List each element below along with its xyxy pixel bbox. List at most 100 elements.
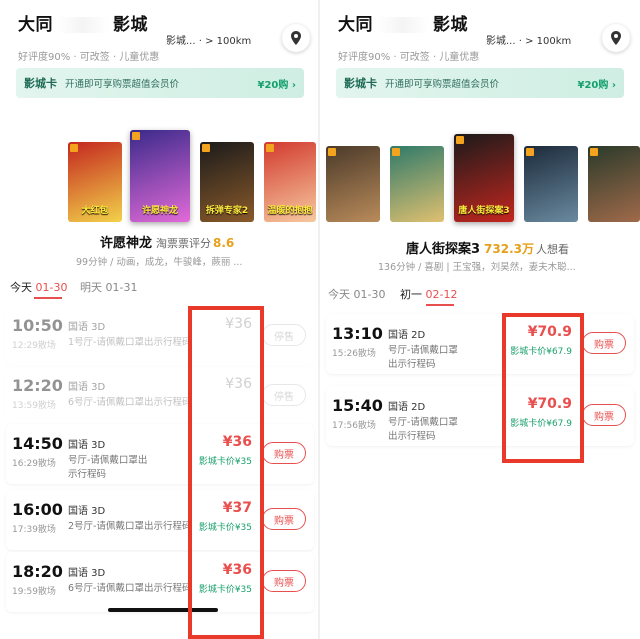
poster-badge-icon — [456, 136, 464, 144]
show-language: 国语 3D — [68, 322, 106, 333]
movie-poster[interactable] — [588, 146, 640, 222]
show-language: 国语 3D — [68, 568, 106, 579]
buy-ticket-button[interactable]: 购票 — [582, 332, 626, 354]
poster-carousel[interactable]: 大红包 许愿神龙 拆弹专家2 温暖的抱抱 — [0, 130, 320, 226]
vip-cta[interactable]: ¥20购 › — [578, 76, 616, 91]
movie-poster[interactable] — [390, 146, 444, 222]
movie-title: 许愿神龙 — [100, 236, 153, 251]
poster-badge-icon — [70, 144, 78, 152]
tab-date: 02-12 — [425, 288, 458, 301]
show-time: 16:00 — [12, 500, 63, 519]
cinema-address[interactable]: 影城... · > 100km — [486, 32, 571, 47]
vip-cta[interactable]: ¥20购 › — [258, 76, 296, 91]
poster-badge-icon — [590, 148, 598, 156]
buy-ticket-button[interactable]: 购票 — [262, 508, 306, 530]
show-hall-line2: 出示行程码 — [388, 359, 436, 370]
vip-card-banner[interactable]: 影城卡 开通即可享购票超值会员价 ¥20购 › — [336, 68, 624, 98]
poster-title: 唐人街探案3 — [458, 206, 510, 216]
tab-label: 初一 — [400, 288, 422, 301]
vip-card-banner[interactable]: 影城卡 开通即可享购票超值会员价 ¥20购 › — [16, 68, 304, 98]
cinema-name-prefix: 大同 — [18, 15, 53, 35]
redacted-area — [377, 17, 429, 33]
cinema-name-suffix: 影城 — [113, 15, 148, 35]
show-hall-line2: 出示行程码 — [388, 431, 436, 442]
show-end-time: 17:56散场 — [332, 421, 376, 431]
movie-title: 唐人街探案3 — [406, 242, 481, 257]
show-hall: 号厅-请佩戴口罩 — [388, 417, 458, 428]
location-button[interactable] — [602, 24, 630, 52]
show-time: 13:10 — [332, 324, 383, 343]
tab-today[interactable]: 今天 01-30 — [328, 286, 385, 302]
show-hall: 1号厅-请佩戴口罩出示行程码 — [68, 337, 192, 348]
showtime-row[interactable]: 15:40 17:56散场 国语 2D 号厅-请佩戴口罩 出示行程码 ¥70.9 影城卡价¥… — [326, 386, 634, 446]
showtime-row[interactable]: 16:00 17:39散场 国语 3D 2号厅-请佩戴口罩出示行程码 ¥37 影城卡价¥3… — [6, 490, 314, 550]
cinema-name: 大同 影城 — [18, 10, 148, 35]
show-time: 15:40 — [332, 396, 383, 415]
show-end-time: 19:59散场 — [12, 587, 56, 597]
show-hall: 号厅-请佩戴口罩出 — [68, 455, 148, 466]
movie-poster[interactable]: 唐人街探案3 — [454, 134, 514, 222]
location-pin-icon — [291, 31, 301, 45]
show-end-time: 17:39散场 — [12, 525, 56, 535]
show-end-time: 12:29散场 — [12, 341, 56, 351]
movie-poster[interactable]: 拆弹专家2 — [200, 142, 254, 222]
movie-info: 136分钟 / 喜剧 | 王宝强，刘昊然，妻夫木聪... — [378, 262, 576, 273]
cinema-header-card: 大同 影城 影城... · > 100km 好评度90% · 可改签 · 儿童优惠… — [6, 0, 314, 106]
showtime-row[interactable]: 13:10 15:26散场 国语 2D 号厅-请佩戴口罩 出示行程码 ¥70.9 影城卡价¥… — [326, 314, 634, 374]
price-highlight-box — [188, 306, 264, 639]
right-panel: 大同 影城 影城... · > 100km 好评度90% · 可改签 · 儿童优惠… — [320, 0, 640, 639]
poster-badge-icon — [132, 132, 140, 140]
location-button[interactable] — [282, 24, 310, 52]
tab-underline — [426, 304, 454, 306]
date-tabs: 今天 01-30 明天 01-31 — [0, 279, 320, 301]
tab-today[interactable]: 今天 01-30 — [10, 279, 68, 299]
show-language: 国语 2D — [388, 402, 426, 413]
cinema-address[interactable]: 影城... · > 100km — [166, 32, 251, 47]
want-count: 732.3万 — [484, 242, 535, 256]
tab-label: 今天 — [328, 288, 350, 301]
showtime-row[interactable]: 14:50 16:29散场 国语 3D 号厅-请佩戴口罩出 示行程码 ¥36 影城卡价¥35… — [6, 424, 314, 484]
buy-ticket-button[interactable]: 购票 — [262, 442, 306, 464]
tab-date: 01-30 — [353, 288, 386, 301]
poster-badge-icon — [328, 148, 336, 156]
show-time: 14:50 — [12, 434, 63, 453]
show-end-time: 13:59散场 — [12, 401, 56, 411]
showtime-row: 12:20 13:59散场 国语 3D 6号厅-请佩戴口罩出示行程码 ¥36 停售 — [6, 366, 314, 426]
comparison-screenshot: 大同 影城 影城... · > 100km 好评度90% · 可改签 · 儿童优惠… — [0, 0, 640, 639]
vip-desc: 开通即可享购票超值会员价 — [65, 79, 180, 90]
movie-poster[interactable]: 温暖的抱抱 — [264, 142, 316, 222]
show-hall-line2: 示行程码 — [68, 469, 107, 480]
movie-title-row: 许愿神龙 淘票票评分 8.6 — [100, 232, 234, 251]
show-hall: 2号厅-请佩戴口罩出示行程码 — [68, 521, 192, 532]
date-tabs: 今天 01-30 初一 02-12 — [320, 286, 640, 308]
poster-title: 拆弹专家2 — [205, 206, 249, 216]
stop-sale-button: 停售 — [262, 324, 306, 346]
cinema-meta: 好评度90% · 可改签 · 儿童优惠 — [338, 52, 480, 63]
buy-ticket-button[interactable]: 购票 — [262, 570, 306, 592]
movie-poster[interactable] — [326, 146, 380, 222]
tab-tomorrow[interactable]: 明天 01-31 — [80, 279, 137, 295]
poster-title: 大红包 — [81, 206, 109, 216]
tab-date: 01-31 — [105, 281, 138, 294]
tab-underline — [34, 297, 62, 299]
score-label: 淘票票评分 — [156, 237, 212, 250]
poster-carousel[interactable]: 唐人街探案3 — [320, 130, 640, 226]
show-hall: 号厅-请佩戴口罩 — [388, 345, 458, 356]
movie-poster[interactable] — [524, 146, 578, 222]
location-pin-icon — [611, 31, 621, 45]
tab-new-year[interactable]: 初一 02-12 — [400, 286, 458, 306]
redacted-area — [57, 17, 109, 33]
showtime-row[interactable]: 18:20 19:59散场 国语 3D 6号厅-请佩戴口罩出示行程码 ¥36 影城卡价¥3… — [6, 552, 314, 612]
price-highlight-box — [502, 313, 584, 463]
show-language: 国语 3D — [68, 440, 106, 451]
show-hall: 6号厅-请佩戴口罩出示行程码 — [68, 583, 192, 594]
movie-poster[interactable]: 许愿神龙 — [130, 130, 190, 222]
left-panel: 大同 影城 影城... · > 100km 好评度90% · 可改签 · 儿童优惠… — [0, 0, 320, 639]
buy-ticket-button[interactable]: 购票 — [582, 404, 626, 426]
movie-poster[interactable]: 大红包 — [68, 142, 122, 222]
tab-label: 今天 — [10, 281, 32, 294]
showtime-row: 10:50 12:29散场 国语 3D 1号厅-请佩戴口罩出示行程码 ¥36 停售 — [6, 306, 314, 366]
tab-date: 01-30 — [35, 281, 68, 294]
show-end-time: 15:26散场 — [332, 349, 376, 359]
show-language: 国语 2D — [388, 330, 426, 341]
